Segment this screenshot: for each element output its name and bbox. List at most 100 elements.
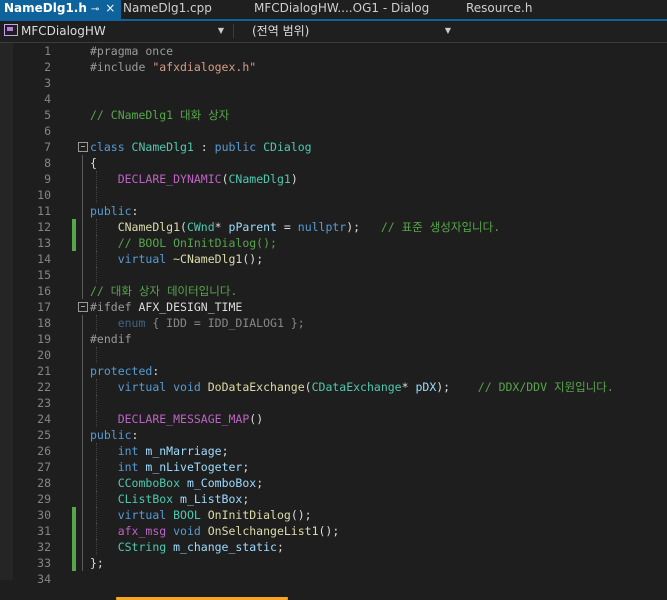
- code-line[interactable]: 34: [0, 571, 667, 587]
- scope-dropdown[interactable]: (전역 범위) ▼: [240, 22, 455, 40]
- pin-icon[interactable]: ⊸: [91, 4, 99, 15]
- code-token: m_change_static: [173, 540, 277, 554]
- line-number: 18: [37, 316, 51, 330]
- code-line[interactable]: 5 // CNameDlg1 대화 상자: [0, 107, 667, 123]
- code-line[interactable]: 10: [0, 187, 667, 203]
- code-text: #endif: [90, 331, 132, 347]
- outline-line: [82, 235, 83, 251]
- code-line[interactable]: 27 int m_nLiveTogeter;: [0, 459, 667, 475]
- code-line[interactable]: 26 int m_nMarriage;: [0, 443, 667, 459]
- code-line[interactable]: 21 protected:: [0, 363, 667, 379]
- line-number: 11: [37, 204, 51, 218]
- code-line[interactable]: 23: [0, 395, 667, 411]
- code-line[interactable]: 14 virtual ~CNameDlg1();: [0, 251, 667, 267]
- close-icon[interactable]: ×: [105, 1, 115, 15]
- code-line[interactable]: 17 − #ifdef AFX_DESIGN_TIME: [0, 299, 667, 315]
- code-line[interactable]: 8{: [0, 155, 667, 171]
- project-dropdown[interactable]: MFCDialogHW ▼: [0, 22, 234, 40]
- code-token: *: [401, 380, 416, 394]
- chevron-down-icon: ▼: [217, 26, 224, 35]
- project-label: MFCDialogHW: [21, 24, 106, 38]
- collapse-icon[interactable]: −: [78, 302, 88, 312]
- outline-line: [82, 395, 83, 411]
- code-line[interactable]: 18 enum { IDD = IDD_DIALOG1 };: [0, 315, 667, 331]
- line-number: 31: [37, 524, 51, 538]
- line-number: 15: [37, 268, 51, 282]
- code-token: m_nLiveTogeter: [145, 460, 243, 474]
- line-number: 24: [37, 412, 51, 426]
- code-token: CNameDlg1: [117, 220, 181, 234]
- outline-line: [82, 507, 83, 523]
- code-token: int: [117, 460, 146, 474]
- code-line[interactable]: 16 // 대화 상자 데이터입니다.: [0, 283, 667, 299]
- code-line[interactable]: 19 #endif: [0, 331, 667, 347]
- code-line[interactable]: 2 #include "afxdialogex.h": [0, 59, 667, 75]
- code-line[interactable]: 22 virtual void DoDataExchange(CDataExch…: [0, 379, 667, 395]
- outline-line: [82, 491, 83, 507]
- code-token: ();: [242, 252, 264, 266]
- code-line[interactable]: 9 DECLARE_DYNAMIC(CNameDlg1): [0, 171, 667, 187]
- line-number: 6: [44, 124, 51, 138]
- code-line[interactable]: 25 public:: [0, 427, 667, 443]
- code-token: (): [249, 412, 264, 426]
- change-marker: [72, 539, 76, 555]
- code-line[interactable]: 15: [0, 267, 667, 283]
- code-text: virtual void DoDataExchange(CDataExchang…: [90, 379, 614, 395]
- tab-resource-h[interactable]: Resource.h: [466, 0, 586, 19]
- indent-guide: [96, 187, 97, 203]
- tab-label: NameDlg1.h: [4, 1, 87, 15]
- code-token: );: [346, 220, 381, 234]
- code-token: CNameDlg1: [228, 172, 291, 186]
- code-line[interactable]: 31 afx_msg void OnSelchangeList1();: [0, 523, 667, 539]
- code-line[interactable]: 1 #pragma once: [0, 43, 667, 59]
- tab-namedlg1-h[interactable]: NameDlg1.h ⊸ ×: [0, 0, 121, 19]
- collapse-icon[interactable]: −: [78, 142, 88, 152]
- tab-dialog-resource[interactable]: MFCDialogHW....OG1 - Dialog: [254, 0, 454, 19]
- code-token: :: [193, 140, 215, 154]
- line-number: 16: [37, 284, 51, 298]
- tab-namedlg1-cpp[interactable]: NameDlg1.cpp: [123, 0, 243, 19]
- code-token: void: [173, 524, 208, 538]
- code-token: };: [90, 556, 104, 570]
- code-text: DECLARE_MESSAGE_MAP(): [90, 411, 263, 427]
- code-token: CString: [117, 540, 174, 554]
- code-line[interactable]: 13 // BOOL OnInitDialog();: [0, 235, 667, 251]
- code-line[interactable]: 24 DECLARE_MESSAGE_MAP(): [0, 411, 667, 427]
- line-number: 27: [37, 460, 51, 474]
- code-line[interactable]: 3: [0, 75, 667, 91]
- code-token: DECLARE_MESSAGE_MAP: [117, 412, 250, 426]
- indent-guide: [96, 395, 97, 411]
- code-line[interactable]: 28 CComboBox m_ComboBox;: [0, 475, 667, 491]
- code-line[interactable]: 12 CNameDlg1(CWnd* pParent = nullptr); /…: [0, 219, 667, 235]
- line-number: 12: [37, 220, 51, 234]
- code-text: protected:: [90, 363, 159, 379]
- code-line[interactable]: 30 virtual BOOL OnInitDialog();: [0, 507, 667, 523]
- code-token: (: [221, 172, 229, 186]
- code-line[interactable]: 6: [0, 123, 667, 139]
- outline-line: [82, 171, 83, 187]
- outline-line: [82, 379, 83, 395]
- code-line[interactable]: 11 public:: [0, 203, 667, 219]
- line-number: 5: [44, 108, 51, 122]
- code-line[interactable]: 33};: [0, 555, 667, 571]
- code-line[interactable]: 4: [0, 91, 667, 107]
- code-text: int m_nLiveTogeter;: [90, 459, 250, 475]
- code-line[interactable]: 32 CString m_change_static;: [0, 539, 667, 555]
- code-text: class CNameDlg1 : public CDialog: [90, 139, 312, 155]
- code-token: OnInitDialog: [207, 508, 291, 522]
- change-marker: [72, 523, 76, 539]
- code-editor[interactable]: 1 #pragma once 2 #include "afxdialogex.h" 3 4…: [0, 43, 667, 600]
- code-line[interactable]: 20: [0, 347, 667, 363]
- code-text: #ifdef AFX_DESIGN_TIME: [90, 299, 242, 315]
- line-number: 17: [37, 300, 51, 314]
- code-line[interactable]: 7 − class CNameDlg1 : public CDialog: [0, 139, 667, 155]
- code-token: #endif: [90, 332, 132, 346]
- code-text: // BOOL OnInitDialog();: [90, 235, 277, 251]
- code-line[interactable]: 29 CListBox m_ListBox;: [0, 491, 667, 507]
- tab-label: Resource.h: [466, 1, 533, 15]
